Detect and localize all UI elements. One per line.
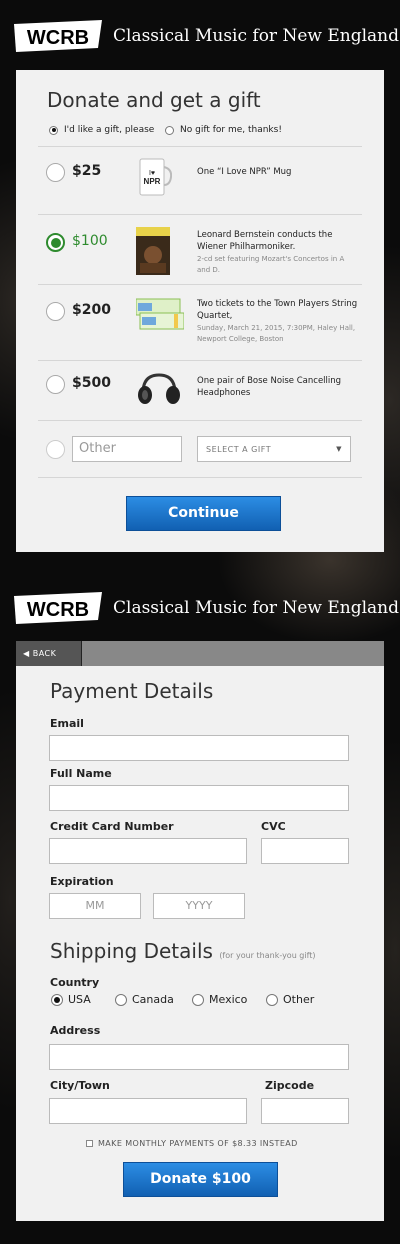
address-label: Address (50, 1024, 101, 1037)
header-title: Classical Music for New England (113, 26, 399, 46)
tier-row-200[interactable]: $200 Two tickets to the Town Players Str… (38, 284, 362, 360)
gift-yes-label: I'd like a gift, please (64, 125, 155, 135)
monthly-payment-label: MAKE MONTHLY PAYMENTS OF $8.33 INSTEAD (98, 1139, 298, 1148)
caret-down-icon: ▼ (336, 445, 342, 453)
card-number-field[interactable] (49, 838, 247, 864)
tier-radio[interactable] (46, 375, 65, 394)
gift-yes-option[interactable]: I'd like a gift, please (49, 123, 154, 137)
svg-text:I♥: I♥ (149, 170, 155, 177)
country-label-other: Other (283, 993, 315, 1006)
gift-no-option[interactable]: No gift for me, thanks! (165, 123, 282, 137)
radio-icon (115, 993, 127, 1006)
fullname-label: Full Name (50, 767, 112, 780)
mug-image: I♥ NPR (139, 158, 172, 196)
svg-text:WCRB: WCRB (27, 27, 89, 49)
back-button[interactable]: ◀ BACK (16, 641, 82, 666)
select-gift-dropdown[interactable]: SELECT A GIFT ▼ (197, 436, 351, 462)
cd-cover-image (136, 227, 170, 275)
other-amount-input[interactable]: Other (72, 436, 182, 462)
shipping-title: Shipping Details (for your thank-you gif… (50, 939, 316, 963)
page-title: Donate and get a gift (47, 88, 261, 112)
tier-row-500[interactable]: $500 One pair of Bose Noise Cancelling H… (38, 360, 362, 420)
zipcode-label: Zipcode (265, 1079, 315, 1092)
radio-icon (49, 125, 58, 135)
tier-gift-desc: Sunday, March 21, 2015, 7:30PM, Haley Ha… (197, 324, 356, 343)
country-option-usa[interactable]: USA (51, 993, 91, 1006)
country-label: Country (50, 976, 100, 989)
payment-title: Payment Details (50, 679, 214, 703)
expiration-label: Expiration (50, 875, 114, 888)
headphones-image (138, 373, 180, 404)
tier-amount: $25 (72, 163, 102, 179)
select-gift-value: SELECT A GIFT (206, 445, 272, 454)
radio-icon (51, 993, 63, 1006)
expiration-month-field[interactable]: MM (49, 893, 141, 919)
country-option-canada[interactable]: Canada (115, 993, 174, 1006)
country-option-mexico[interactable]: Mexico (192, 993, 247, 1006)
tier-row-other[interactable]: Other SELECT A GIFT ▼ (38, 420, 362, 478)
back-label: BACK (32, 649, 57, 658)
card-number-label: Credit Card Number (50, 820, 174, 833)
city-field[interactable] (49, 1098, 247, 1124)
wcrb-logo: WCRB (14, 592, 102, 624)
tier-amount: $500 (72, 375, 111, 391)
tier-row-100[interactable]: $100 Leonard Bernstein conducts the Wien… (38, 214, 362, 284)
wcrb-logo: WCRB (14, 20, 102, 52)
email-field[interactable] (49, 735, 349, 761)
shipping-title-text: Shipping Details (50, 939, 213, 963)
tier-radio[interactable] (46, 163, 65, 182)
svg-text:WCRB: WCRB (27, 599, 89, 621)
tier-radio[interactable] (46, 440, 65, 459)
tier-gift-desc: 2-cd set featuring Mozart's Concertos in… (197, 255, 345, 274)
radio-icon (165, 125, 174, 135)
site-header: WCRB Classical Music for New England (0, 578, 400, 634)
gift-no-label: No gift for me, thanks! (180, 125, 282, 135)
radio-icon (266, 993, 278, 1006)
tier-gift-title: Leonard Bernstein conducts the Wiener Ph… (197, 230, 333, 252)
back-arrow-icon: ◀ (23, 649, 30, 658)
country-label-canada: Canada (132, 993, 174, 1006)
country-label-mexico: Mexico (209, 993, 248, 1006)
cvc-label: CVC (261, 820, 286, 833)
tier-amount: $100 (72, 233, 108, 249)
address-field[interactable] (49, 1044, 349, 1070)
email-label: Email (50, 717, 84, 730)
tier-gift-title: One pair of Bose Noise Cancelling Headph… (197, 376, 342, 398)
checkbox[interactable] (86, 1140, 93, 1147)
tickets-image (136, 298, 184, 330)
donate-button[interactable]: Donate $100 (123, 1162, 278, 1197)
tier-radio[interactable] (46, 233, 65, 252)
site-header: WCRB Classical Music for New England (0, 6, 400, 62)
donate-panel: Donate and get a gift I'd like a gift, p… (16, 70, 384, 552)
radio-icon (192, 993, 204, 1006)
tier-gift-title: Two tickets to the Town Players String Q… (197, 299, 358, 321)
header-title: Classical Music for New England (113, 598, 399, 618)
tier-gift-title: One “I Love NPR” Mug (197, 167, 292, 177)
top-bar: ◀ BACK (16, 641, 384, 666)
fullname-field[interactable] (49, 785, 349, 811)
continue-button[interactable]: Continue (126, 496, 281, 531)
payment-panel: ◀ BACK Payment Details Email Full Name C… (16, 641, 384, 1221)
cvc-field[interactable] (261, 838, 349, 864)
tier-row-25[interactable]: $25 I♥ NPR One “I Love NPR” Mug (38, 146, 362, 214)
city-label: City/Town (50, 1079, 110, 1092)
svg-text:NPR: NPR (144, 177, 161, 186)
country-option-other[interactable]: Other (266, 993, 314, 1006)
tier-radio[interactable] (46, 302, 65, 321)
zipcode-field[interactable] (261, 1098, 349, 1124)
shipping-note: (for your thank-you gift) (219, 951, 316, 960)
tier-amount: $200 (72, 302, 111, 318)
expiration-year-field[interactable]: YYYY (153, 893, 245, 919)
monthly-payment-option[interactable]: MAKE MONTHLY PAYMENTS OF $8.33 INSTEAD (86, 1139, 298, 1148)
country-label-usa: USA (68, 993, 91, 1006)
